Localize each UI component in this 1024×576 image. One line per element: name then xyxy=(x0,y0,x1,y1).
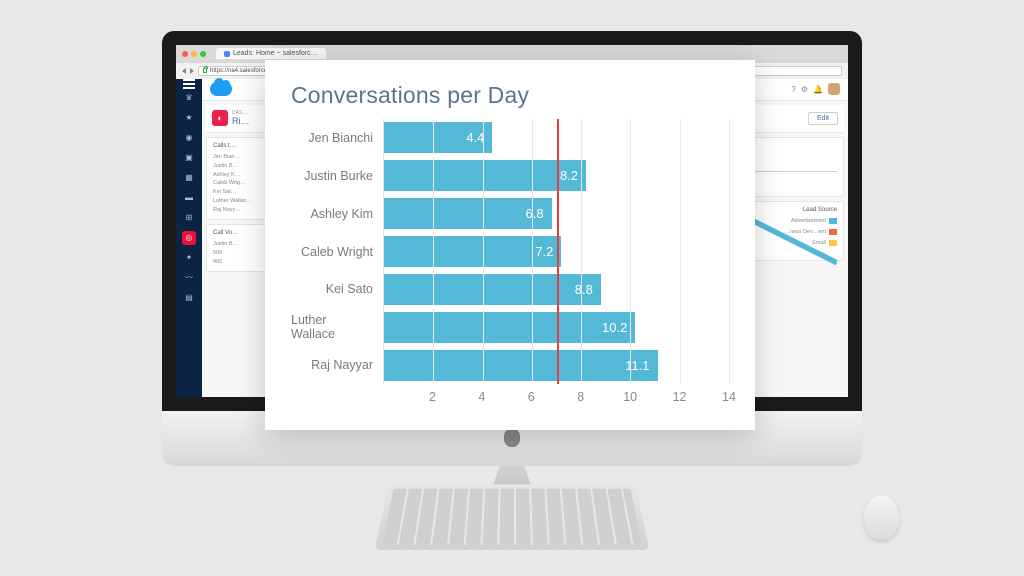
bar: 11.1 xyxy=(384,350,658,381)
chart-body: Jen BianchiJustin BurkeAshley KimCaleb W… xyxy=(291,119,729,384)
keyboard xyxy=(374,485,649,550)
forward-icon[interactable] xyxy=(190,68,194,74)
x-tick-label: 12 xyxy=(673,390,687,404)
sidebar-folder-icon[interactable]: ▬ xyxy=(182,191,196,205)
gridline xyxy=(729,119,730,384)
sidebar: ♛ ★ ◉ ▣ ▦ ▬ ⊞ ◎ ✦ 〰 ▤ xyxy=(176,79,202,397)
panel-name-item: Ashley K… xyxy=(213,171,269,180)
category-label: Jen Bianchi xyxy=(291,119,383,157)
chart-plot-area: 4.48.26.87.28.810.211.1 xyxy=(383,119,729,384)
header-utilities: ? ⚙ 🔔 xyxy=(791,83,840,95)
category-label: Justin Burke xyxy=(291,157,383,195)
category-label: Ashley Kim xyxy=(291,195,383,233)
back-icon[interactable] xyxy=(182,68,186,74)
x-axis: 2468101214 xyxy=(383,384,729,404)
sidebar-box-icon[interactable]: ▣ xyxy=(182,151,196,165)
panel-name-item: Raj Nayy… xyxy=(213,206,269,215)
gridline xyxy=(483,119,484,384)
gridline xyxy=(680,119,681,384)
x-tick-label: 6 xyxy=(528,390,535,404)
avatar[interactable] xyxy=(828,83,840,95)
tab-title: Leads: Home ~ salesforc… xyxy=(233,50,318,57)
menu-icon[interactable] xyxy=(183,83,195,85)
chart-title: Conversations per Day xyxy=(291,82,729,109)
gridline xyxy=(532,119,533,384)
page-header-text: DAS… Ri… xyxy=(232,110,250,126)
bar: 10.2 xyxy=(384,312,635,343)
gridline xyxy=(630,119,631,384)
maximize-window-icon[interactable] xyxy=(200,51,206,57)
mouse xyxy=(863,495,900,540)
panel-name-item: Kei Sat… xyxy=(213,188,269,197)
sidebar-active-icon[interactable]: ◎ xyxy=(182,231,196,245)
sidebar-star-icon[interactable]: ★ xyxy=(182,111,196,125)
gridline xyxy=(581,119,582,384)
dashboard-icon: ◐ xyxy=(212,110,228,126)
bar: 4.4 xyxy=(384,122,492,153)
category-label: Raj Nayyar xyxy=(291,346,383,384)
reference-line xyxy=(557,119,559,384)
edit-button[interactable]: Edit xyxy=(808,112,838,125)
category-label: Kei Sato xyxy=(291,270,383,308)
gridline xyxy=(433,119,434,384)
sidebar-wand-icon[interactable]: ✦ xyxy=(182,251,196,265)
y-axis-labels: Jen BianchiJustin BurkeAshley KimCaleb W… xyxy=(291,119,383,384)
panel-row: 400 xyxy=(213,258,269,267)
panel-subtitle: Justin B… xyxy=(213,240,269,249)
x-tick-label: 14 xyxy=(722,390,736,404)
panel-name-item: Justin B… xyxy=(213,162,269,171)
sidebar-pulse-icon[interactable]: 〰 xyxy=(182,271,196,285)
bell-icon[interactable]: 🔔 xyxy=(813,85,823,94)
panel-row: 500 xyxy=(213,249,269,258)
gear-icon[interactable]: ⚙ xyxy=(801,85,808,94)
panel-name-item: Jen Bian… xyxy=(213,153,269,162)
category-label: Caleb Wright xyxy=(291,233,383,271)
bar: 8.8 xyxy=(384,274,601,305)
apple-logo-icon xyxy=(504,429,520,447)
sidebar-person-icon[interactable]: ◉ xyxy=(182,131,196,145)
category-label: Luther Wallace xyxy=(291,308,383,346)
x-tick-label: 2 xyxy=(429,390,436,404)
close-window-icon[interactable] xyxy=(182,51,188,57)
browser-tab[interactable]: Leads: Home ~ salesforc… xyxy=(216,48,326,59)
sidebar-chart-icon[interactable]: ▤ xyxy=(182,291,196,305)
minimize-window-icon[interactable] xyxy=(191,51,197,57)
panel-title: Call Vo… xyxy=(213,229,269,239)
bar: 7.2 xyxy=(384,236,561,267)
panel-name-list: Jen Bian…Justin B…Ashley K…Caleb Wrig…Ke… xyxy=(213,153,269,215)
page-title: Ri… xyxy=(232,116,250,126)
panel-name-item: Caleb Wrig… xyxy=(213,179,269,188)
window-controls[interactable] xyxy=(182,51,206,57)
x-tick-label: 8 xyxy=(577,390,584,404)
sidebar-clipboard-icon[interactable]: ▦ xyxy=(182,171,196,185)
x-tick-label: 4 xyxy=(478,390,485,404)
sidebar-crown-icon[interactable]: ♛ xyxy=(182,91,196,105)
panel-title: Calls t… xyxy=(213,142,269,152)
tab-favicon-icon xyxy=(224,51,230,57)
salesforce-logo-icon[interactable] xyxy=(210,82,232,96)
help-icon[interactable]: ? xyxy=(791,85,795,94)
panel-name-item: Luther Wallac… xyxy=(213,197,269,206)
chart-card: Conversations per Day Jen BianchiJustin … xyxy=(265,60,755,430)
lock-icon xyxy=(203,68,207,73)
x-tick-label: 10 xyxy=(623,390,637,404)
bar: 6.8 xyxy=(384,198,552,229)
sidebar-gift-icon[interactable]: ⊞ xyxy=(182,211,196,225)
